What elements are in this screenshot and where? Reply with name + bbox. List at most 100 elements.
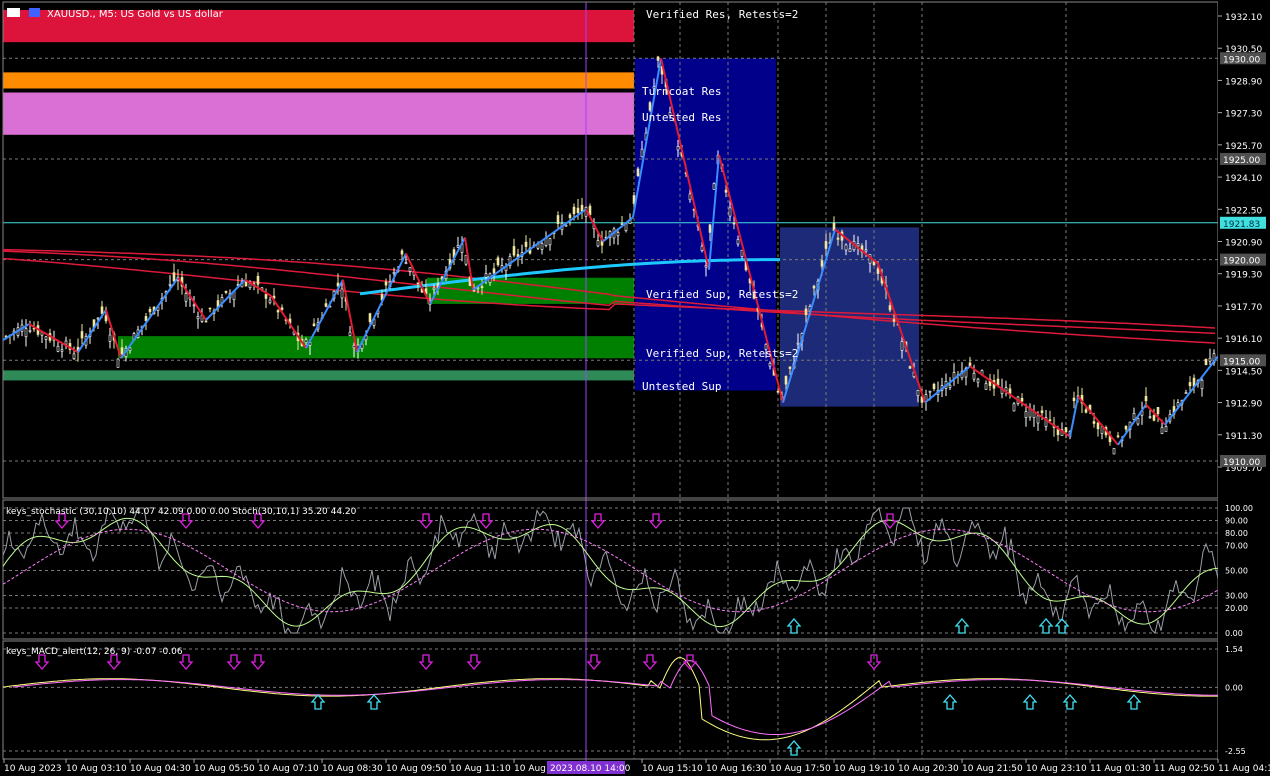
stoch-up-arrow-icon bbox=[1038, 618, 1054, 634]
candle-body bbox=[836, 237, 840, 240]
candle-body bbox=[1148, 416, 1152, 418]
stoch-tick-label: 20.00 bbox=[1225, 604, 1248, 613]
candle-body bbox=[1184, 392, 1188, 394]
candle-body bbox=[856, 243, 860, 247]
zone-label: Untested Res bbox=[642, 111, 721, 124]
candle-body bbox=[888, 305, 892, 311]
candle-body bbox=[1160, 427, 1164, 434]
candle-body bbox=[1024, 411, 1028, 418]
candle-body bbox=[400, 250, 404, 255]
candle-body bbox=[572, 206, 576, 215]
candle-body bbox=[348, 331, 352, 336]
y-tick-label: 1932.10 bbox=[1225, 13, 1262, 23]
zone-label: Untested Sup bbox=[642, 380, 721, 393]
candle-body bbox=[972, 373, 976, 380]
candle-body bbox=[1112, 448, 1116, 455]
candle-body bbox=[172, 272, 176, 282]
candle-body bbox=[700, 245, 704, 251]
chart-window-icon bbox=[7, 8, 20, 17]
candle-body bbox=[916, 389, 920, 396]
candle-body bbox=[512, 246, 516, 256]
x-tick-label: 10 Aug 16:30 bbox=[706, 764, 767, 774]
x-tick-label: 11 Aug 01:30 bbox=[1090, 764, 1151, 774]
candle-body bbox=[1200, 379, 1204, 390]
candle-body bbox=[56, 345, 60, 352]
price-marker-label: 1920.00 bbox=[1223, 257, 1260, 267]
macd-down-arrow-icon bbox=[466, 654, 482, 670]
candle-body bbox=[688, 193, 692, 201]
price-marker-label: 1930.00 bbox=[1223, 55, 1260, 65]
candle-body bbox=[564, 224, 568, 227]
candle-body bbox=[352, 345, 356, 349]
candle-body bbox=[556, 215, 560, 225]
candle-body bbox=[244, 281, 248, 287]
candle-body bbox=[392, 272, 396, 274]
candle-body bbox=[256, 275, 260, 285]
candle-body bbox=[788, 366, 792, 369]
stoch-tick-label: 50.00 bbox=[1225, 567, 1248, 576]
symbol-flag-icon bbox=[29, 8, 40, 17]
y-tick-label: 1911.30 bbox=[1225, 432, 1262, 442]
candle-body bbox=[1012, 403, 1016, 412]
stoch-up-arrow-icon bbox=[786, 618, 802, 634]
y-tick-label: 1924.10 bbox=[1225, 174, 1262, 184]
zigzag-segment bbox=[969, 365, 1071, 438]
stoch-tick-label: 30.00 bbox=[1225, 592, 1248, 601]
candle-body bbox=[1020, 397, 1024, 402]
candle-body bbox=[324, 303, 328, 307]
candle-body bbox=[1072, 397, 1076, 402]
zone-untested-resistance bbox=[3, 92, 634, 135]
y-tick-label: 1927.30 bbox=[1225, 110, 1262, 120]
trading-chart[interactable]: Verified Res, Retests=2 Turncoat Res Untes… bbox=[0, 0, 1270, 776]
candle-body bbox=[404, 262, 408, 264]
candle-body bbox=[408, 267, 412, 272]
macd-signal-line bbox=[12, 660, 1228, 735]
candle-body bbox=[576, 207, 580, 213]
candle-body bbox=[268, 299, 272, 304]
macd-main-line bbox=[2, 657, 1218, 741]
candle-body bbox=[804, 308, 808, 316]
candle-body bbox=[712, 183, 716, 190]
macd-up-arrow-icon bbox=[310, 694, 326, 710]
macd-up-arrow-icon bbox=[1126, 694, 1142, 710]
candle-body bbox=[708, 224, 712, 233]
zigzag-segment bbox=[1077, 395, 1119, 446]
candle-body bbox=[1188, 382, 1192, 387]
x-tick-label: 10 Aug 03:10 bbox=[66, 764, 127, 774]
zone-label: Verified Sup, Retests=2 bbox=[646, 288, 798, 301]
x-tick-label: 10 Aug 17:50 bbox=[770, 764, 831, 774]
y-tick-label: 1917.70 bbox=[1225, 303, 1262, 313]
x-tick-label: 10 Aug 05:50 bbox=[194, 764, 255, 774]
macd-down-arrow-icon bbox=[226, 654, 242, 670]
candle-body bbox=[1008, 388, 1012, 394]
candle-body bbox=[676, 146, 680, 151]
x-tick-label: 10 Aug 07:10 bbox=[258, 764, 319, 774]
candle-body bbox=[492, 268, 496, 274]
candle-body bbox=[276, 310, 280, 313]
y-tick-label: 1922.50 bbox=[1225, 206, 1262, 216]
candle-body bbox=[1152, 415, 1156, 421]
candle-body bbox=[312, 323, 316, 327]
candle-body bbox=[100, 306, 104, 314]
macd-down-arrow-icon bbox=[418, 654, 434, 670]
candle-body bbox=[1156, 407, 1160, 415]
candle-body bbox=[128, 347, 132, 351]
candle-body bbox=[368, 313, 372, 322]
zone-untested-support bbox=[3, 370, 634, 381]
candle-body bbox=[740, 249, 744, 257]
candle-body bbox=[864, 249, 868, 252]
candle-body bbox=[208, 307, 212, 310]
candle-body bbox=[984, 383, 988, 390]
candle-body bbox=[480, 286, 484, 288]
candle-body bbox=[80, 331, 84, 339]
macd-tick-label: 1.54 bbox=[1225, 645, 1243, 654]
candle-body bbox=[876, 268, 880, 274]
candle-body bbox=[416, 282, 420, 285]
zigzag-segment bbox=[177, 277, 207, 321]
stoch-tick-label: 70.00 bbox=[1225, 542, 1248, 551]
candle-body bbox=[72, 353, 76, 360]
stoch-tick-label: 0.00 bbox=[1225, 629, 1243, 638]
candle-body bbox=[796, 342, 800, 345]
candle-body bbox=[568, 214, 572, 218]
candle-body bbox=[304, 339, 308, 343]
